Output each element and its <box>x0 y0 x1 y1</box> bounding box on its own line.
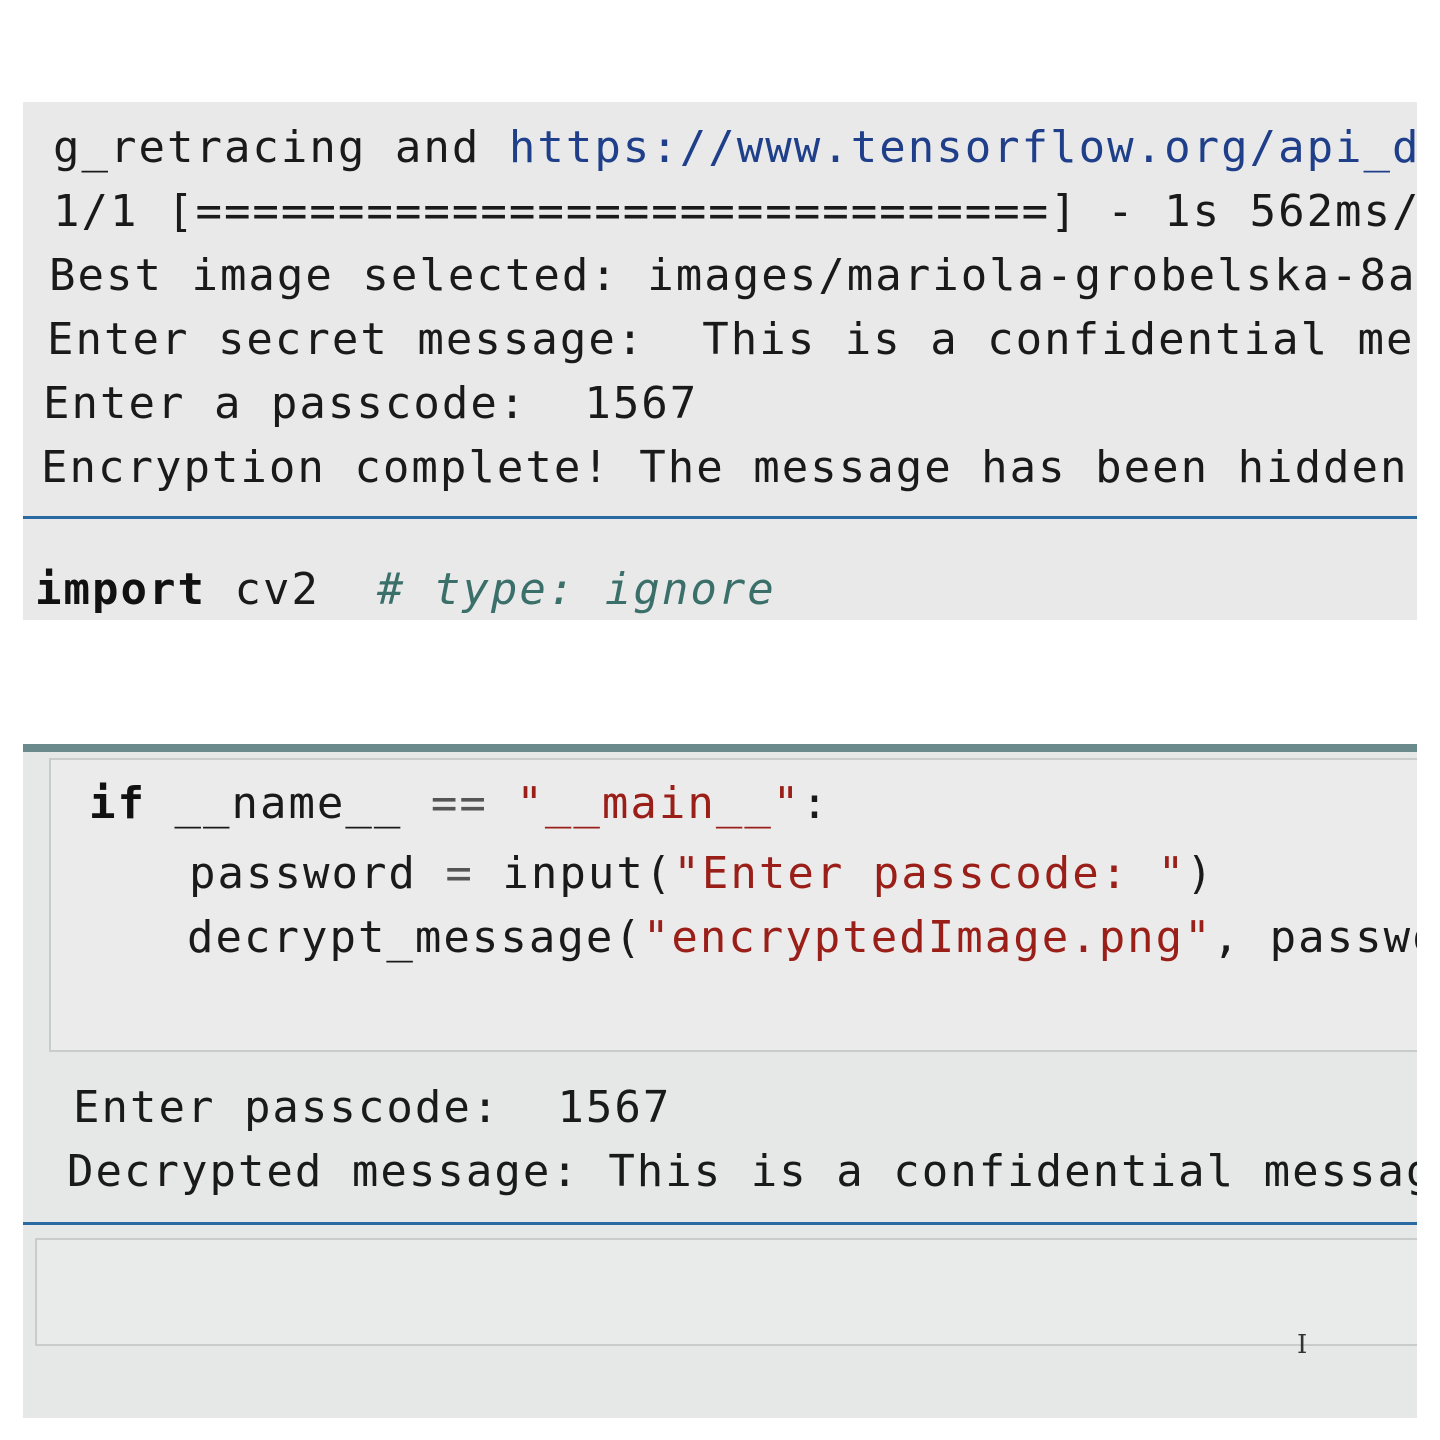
output-text: g_retracing and <box>53 122 509 173</box>
code-line-decrypt: decrypt_message("encryptedImage.png", pa… <box>187 912 1417 963</box>
module-name: cv2 <box>234 564 320 615</box>
equals-operator: == <box>430 778 488 829</box>
cell-top-edge <box>23 744 1417 752</box>
decrypt-call: decrypt_message( <box>187 912 643 963</box>
passcode-label: Enter a passcode: <box>43 378 528 429</box>
passcode-value: 1567 <box>584 378 699 429</box>
password-var: password <box>189 848 417 899</box>
passcode-line: Enter a passcode: 1567 <box>43 378 698 429</box>
close-paren: ) <box>1186 848 1215 899</box>
prompt-string: "Enter passcode: " <box>673 848 1187 899</box>
decrypted-message-line: Decrypted message: This is a confidentia… <box>67 1146 1417 1197</box>
call-args-rest: , password) <box>1212 912 1417 963</box>
output-passcode-label: Enter passcode: <box>73 1082 501 1133</box>
secret-message-line: Enter secret message: This is a confiden… <box>47 314 1417 365</box>
tensorflow-link[interactable]: https://www.tensorflow.org/api_doc <box>509 122 1417 173</box>
output-passcode-value: 1567 <box>557 1082 672 1133</box>
colon: : <box>801 778 830 829</box>
output-line-retracing: g_retracing and https://www.tensorflow.o… <box>53 122 1417 173</box>
code-line-password: password = input("Enter passcode: ") <box>189 848 1215 899</box>
code-line-if: if __name__ == "__main__": <box>89 778 830 829</box>
notebook-cell-bottom: if __name__ == "__main__": password = in… <box>23 744 1417 1418</box>
output-passcode-line: Enter passcode: 1567 <box>73 1082 671 1133</box>
cell-separator <box>23 516 1417 519</box>
dunder-name: __name__ <box>174 778 403 829</box>
if-keyword: if <box>89 778 146 829</box>
cell-separator-bottom <box>23 1222 1417 1225</box>
text-cursor-icon: I <box>1297 1330 1308 1360</box>
secret-message-value: This is a confidential mess <box>702 314 1417 365</box>
encryption-complete-line: Encryption complete! The message has bee… <box>41 442 1417 493</box>
assign-operator: = <box>445 848 474 899</box>
progress-line: 1/1 [==============================] - 1… <box>53 186 1417 237</box>
main-string: "__main__" <box>516 778 802 829</box>
filename-string: "encryptedImage.png" <box>642 912 1213 963</box>
code-import-line[interactable]: import cv2 # type: ignore <box>35 564 776 615</box>
input-call: input( <box>502 848 674 899</box>
best-image-line: Best image selected: images/mariola-grob… <box>49 250 1417 301</box>
notebook-cell-top: g_retracing and https://www.tensorflow.o… <box>23 102 1417 620</box>
type-ignore-comment: # type: ignore <box>376 564 776 615</box>
import-keyword: import <box>35 564 206 615</box>
empty-code-cell[interactable] <box>35 1238 1417 1346</box>
secret-message-label: Enter secret message: <box>47 314 646 365</box>
